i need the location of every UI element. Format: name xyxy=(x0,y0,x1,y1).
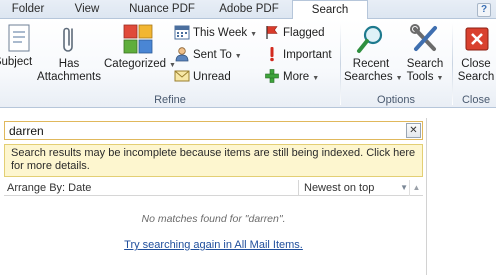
categories-icon xyxy=(123,24,153,54)
has-attachments-label-2: Attachments xyxy=(37,71,101,83)
plus-icon xyxy=(265,69,279,83)
search-input[interactable] xyxy=(5,122,403,139)
search-tools-label-1: Search xyxy=(406,58,444,70)
subject-button[interactable]: Subject xyxy=(0,23,34,69)
tab-adobe-pdf[interactable]: Adobe PDF xyxy=(206,0,292,19)
important-button[interactable]: Important xyxy=(264,45,332,65)
group-separator xyxy=(340,23,341,105)
clear-search-icon[interactable]: ✕ xyxy=(406,123,421,138)
tab-view[interactable]: View xyxy=(56,0,118,19)
has-attachments-button[interactable]: Has Attachments xyxy=(36,23,102,84)
close-icon xyxy=(465,27,489,51)
chevron-down-icon: ▼ xyxy=(234,53,242,60)
envelope-icon xyxy=(174,70,190,82)
magnifier-icon xyxy=(357,25,383,53)
chevron-down-icon: ▼ xyxy=(436,75,444,82)
scroll-up-icon[interactable]: ▲ xyxy=(409,180,423,196)
options-group-label: Options xyxy=(377,94,415,106)
search-tools-icon xyxy=(410,24,437,51)
try-all-mail-link[interactable]: Try searching again in All Mail Items. xyxy=(4,239,423,251)
search-tools-button[interactable]: Search Tools ▼ xyxy=(400,23,450,85)
close-group-label: Close xyxy=(461,94,491,106)
more-button[interactable]: More ▼ xyxy=(264,67,319,87)
flagged-label: Flagged xyxy=(283,27,325,39)
recent-searches-label-2: Searches xyxy=(344,71,393,83)
person-icon xyxy=(175,47,189,62)
paperclip-icon xyxy=(63,27,73,52)
search-box: ✕ xyxy=(4,121,423,140)
this-week-label: This Week xyxy=(193,27,248,39)
categorized-button[interactable]: Categorized ▼ xyxy=(104,23,176,72)
tab-folder[interactable]: Folder xyxy=(0,0,56,19)
arrange-by-button[interactable]: Arrange By: Date xyxy=(7,180,91,196)
this-week-button[interactable]: This Week ▼ xyxy=(174,23,257,43)
indexing-info-bar[interactable]: Search results may be incomplete because… xyxy=(4,144,423,177)
unread-label: Unread xyxy=(193,71,231,83)
subject-icon xyxy=(8,24,30,52)
flag-icon xyxy=(266,25,278,39)
exclamation-icon xyxy=(270,46,274,62)
more-label: More xyxy=(283,71,310,83)
recent-searches-label-1: Recent xyxy=(352,58,390,70)
subject-label: Subject xyxy=(0,56,33,68)
close-search-label-2: Search xyxy=(457,71,495,83)
sort-chevron-icon[interactable]: ▼ xyxy=(400,180,408,196)
chevron-down-icon: ▼ xyxy=(312,75,320,82)
ribbon-tab-strip: Folder View Nuance PDF Adobe PDF Search … xyxy=(0,0,496,20)
search-tools-label-2: Tools xyxy=(406,71,434,83)
tab-search[interactable]: Search xyxy=(292,0,368,20)
no-matches-message: No matches found for "darren". xyxy=(141,213,286,225)
group-separator xyxy=(452,23,453,105)
refine-group-label: Refine xyxy=(154,94,186,106)
chevron-down-icon: ▼ xyxy=(250,31,258,38)
arrange-bar: Arrange By: Date Newest on top ▼ ▲ xyxy=(4,180,423,196)
sent-to-button[interactable]: Sent To ▼ xyxy=(174,45,242,65)
categorized-label: Categorized xyxy=(104,58,167,70)
flagged-button[interactable]: Flagged xyxy=(264,23,325,43)
calendar-icon xyxy=(174,25,190,40)
has-attachments-label-1: Has xyxy=(58,58,80,70)
close-search-button[interactable]: Close Search xyxy=(456,23,496,84)
important-label: Important xyxy=(283,49,332,61)
close-search-label-1: Close xyxy=(461,58,491,70)
tab-nuance-pdf[interactable]: Nuance PDF xyxy=(118,0,206,19)
recent-searches-button[interactable]: Recent Searches ▼ xyxy=(344,23,403,85)
search-results-panel: ✕ Search results may be incomplete becau… xyxy=(0,118,427,275)
unread-button[interactable]: Unread xyxy=(174,67,231,87)
sent-to-label: Sent To xyxy=(193,49,232,61)
help-icon[interactable]: ? xyxy=(477,3,491,17)
ribbon: Subject Has Attachments Categorized▼ Thi… xyxy=(0,19,496,108)
